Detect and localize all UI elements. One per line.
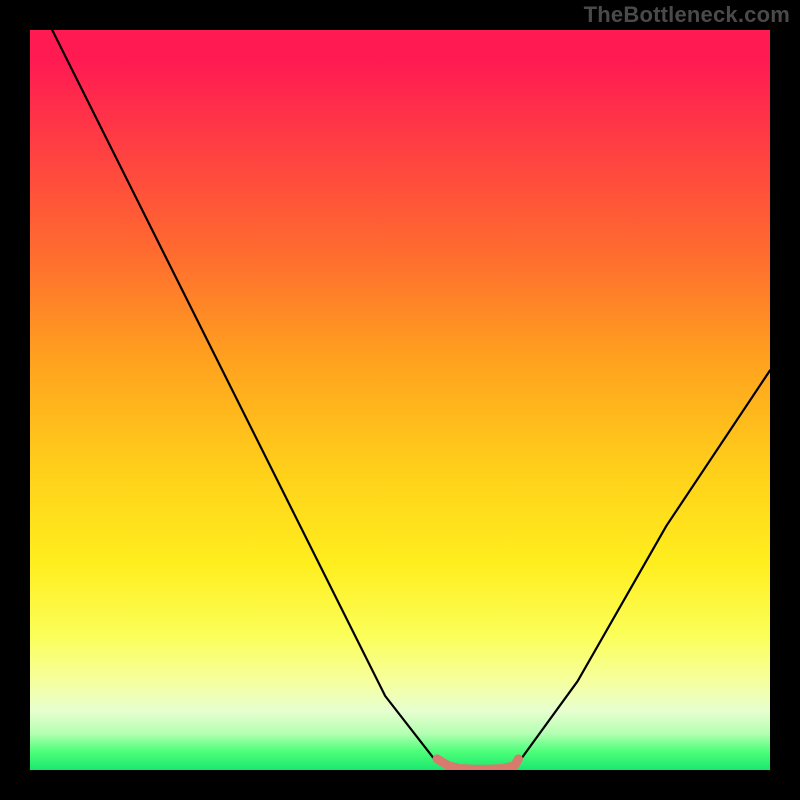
plot-area (30, 30, 770, 770)
curve-layer (52, 30, 770, 770)
bottleneck-curve-path (52, 30, 770, 770)
chart-frame: TheBottleneck.com (0, 0, 800, 800)
optimal-range-marker (437, 759, 518, 769)
highlight-layer (437, 759, 518, 769)
bottleneck-chart (30, 30, 770, 770)
watermark-label: TheBottleneck.com (584, 2, 790, 28)
